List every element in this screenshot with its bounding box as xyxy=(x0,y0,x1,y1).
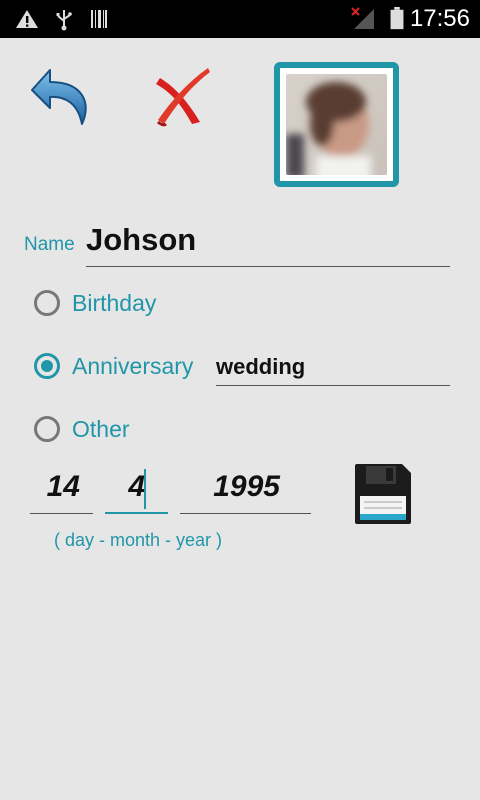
month-input-underline xyxy=(105,512,168,514)
floppy-disk-icon xyxy=(355,464,411,524)
month-input[interactable]: 4 xyxy=(105,470,145,504)
radio-other-label[interactable]: Other xyxy=(72,416,130,443)
status-bar: 17:56 xyxy=(0,0,480,38)
name-input-underline xyxy=(86,266,450,267)
radio-circle-checked[interactable] xyxy=(34,353,60,379)
back-button[interactable] xyxy=(28,62,94,132)
occasion-input[interactable]: wedding xyxy=(216,354,305,380)
occasion-input-underline xyxy=(216,385,450,386)
warning-icon xyxy=(16,10,38,28)
radio-anniversary-label[interactable]: Anniversary xyxy=(72,353,193,380)
contact-photo-image xyxy=(286,74,387,175)
name-input[interactable]: Johson xyxy=(86,222,196,258)
barcode-icon xyxy=(91,10,107,28)
radio-circle[interactable] xyxy=(34,290,60,316)
year-input-underline xyxy=(180,513,311,514)
radio-circle[interactable] xyxy=(34,416,60,442)
undo-arrow-icon xyxy=(31,69,87,125)
contact-photo[interactable] xyxy=(274,62,399,187)
day-input-underline xyxy=(30,513,93,514)
battery-icon xyxy=(390,7,404,30)
save-button[interactable] xyxy=(352,462,414,526)
usb-icon xyxy=(56,10,72,31)
date-format-hint: ( day - month - year ) xyxy=(54,530,223,550)
radio-birthday-label[interactable]: Birthday xyxy=(72,290,156,317)
cancel-button[interactable] xyxy=(150,66,216,130)
text-cursor xyxy=(144,469,146,509)
day-input[interactable]: 14 xyxy=(30,470,80,504)
clock: 17:56 xyxy=(409,5,470,32)
year-input[interactable]: 1995 xyxy=(180,470,280,504)
name-label: Name xyxy=(24,234,75,255)
red-x-icon xyxy=(156,68,210,127)
no-signal-icon xyxy=(351,7,374,29)
